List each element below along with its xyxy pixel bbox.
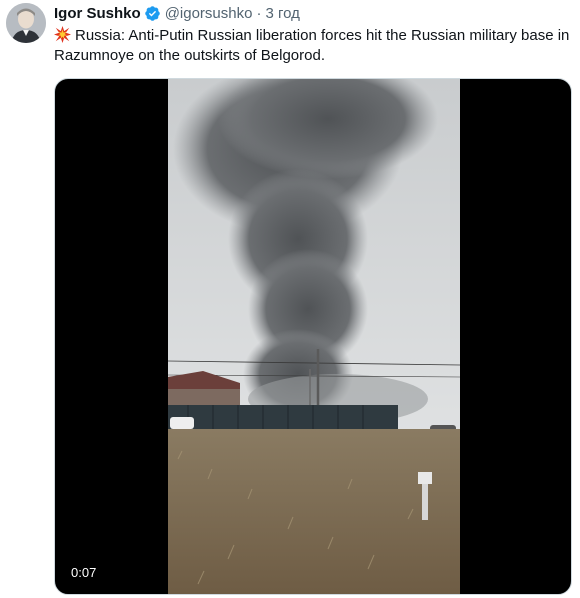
avatar-image (6, 3, 46, 43)
collision-burst-icon (54, 26, 71, 43)
video-thumbnail (168, 79, 460, 594)
video-player[interactable]: 0:07 (54, 78, 572, 595)
tweet-timestamp[interactable]: 3 год (265, 5, 299, 22)
separator-dot: · (256, 4, 262, 22)
avatar[interactable] (6, 3, 46, 43)
tweet-text: Russia: Anti-Putin Russian liberation fo… (54, 26, 574, 66)
video-duration: 0:07 (65, 562, 103, 584)
author-handle[interactable]: @igorsushko (165, 5, 253, 22)
video-frame[interactable] (168, 79, 460, 594)
verified-badge-icon (144, 5, 160, 21)
tweet-header: Igor Sushko @igorsushko · 3 год (54, 3, 300, 23)
tweet[interactable]: Igor Sushko @igorsushko · 3 год Russia: … (0, 0, 580, 598)
author-name[interactable]: Igor Sushko (54, 5, 141, 22)
tweet-body-text: Russia: Anti-Putin Russian liberation fo… (54, 27, 570, 64)
